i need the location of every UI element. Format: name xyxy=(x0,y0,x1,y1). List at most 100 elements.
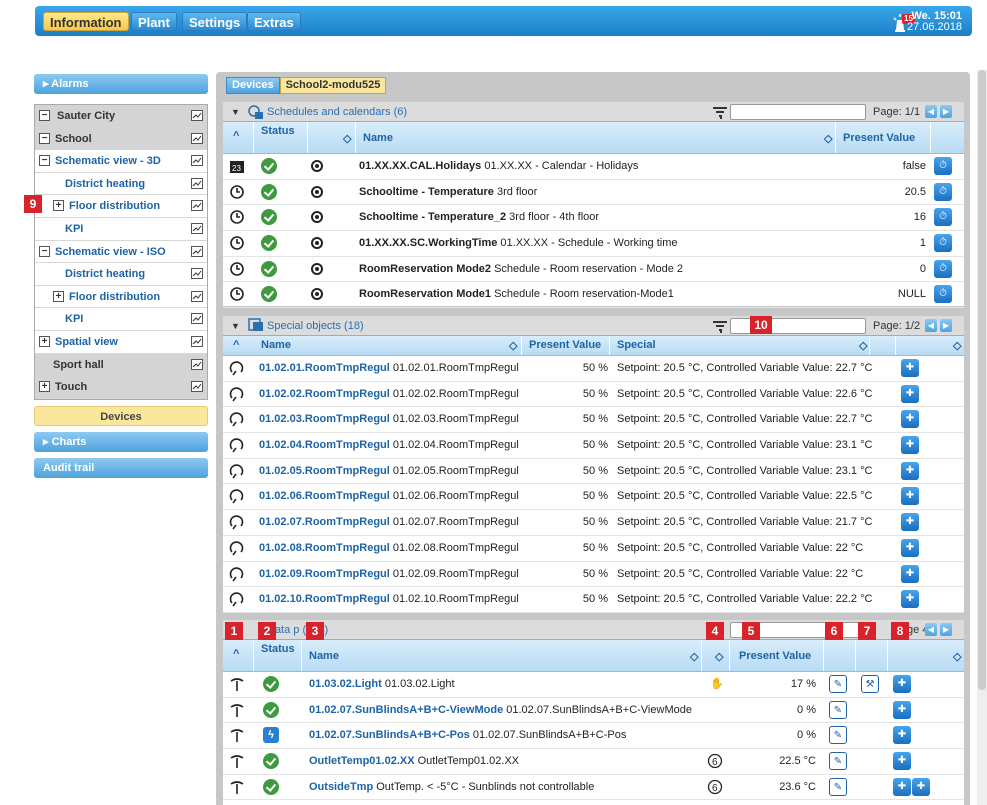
open-schedule-button[interactable]: ⏱ xyxy=(934,259,952,278)
row-name[interactable]: 01.02.10.RoomTmpRegul 01.02.10.RoomTmpRe… xyxy=(259,587,519,612)
open-schedule-button[interactable]: ⏱ xyxy=(934,234,952,253)
row-name[interactable]: RoomReservation Mode2 Schedule - Room re… xyxy=(359,257,683,282)
tree-toggle-icon[interactable]: + xyxy=(53,200,64,212)
sort-icon[interactable]: ^ xyxy=(233,130,239,142)
row-name[interactable]: 01.02.07.RoomTmpRegul 01.02.07.RoomTmpRe… xyxy=(259,510,519,535)
row-name[interactable]: Schooltime - Temperature 3rd floor xyxy=(359,180,537,205)
row-name[interactable]: 01.02.06.RoomTmpRegul 01.02.06.RoomTmpRe… xyxy=(259,484,519,509)
view-picture-icon[interactable] xyxy=(191,177,203,189)
table-row[interactable]: 01.02.08.RoomTmpRegul 01.02.08.RoomTmpRe… xyxy=(223,536,964,562)
table-row[interactable]: 01.02.07.SunBlindsA+B+C-ViewMode 01.02.0… xyxy=(223,698,964,724)
page-scrollbar[interactable] xyxy=(977,70,987,805)
add-action-button[interactable]: ✚ xyxy=(901,564,919,583)
breadcrumb-devices[interactable]: Devices xyxy=(226,77,280,94)
sidebar-devices[interactable]: Devices xyxy=(34,405,208,426)
row-name[interactable]: 01.03.02.Light 01.03.02.Light xyxy=(309,672,455,697)
table-row[interactable]: OutletTemp01.02.XX OutletTemp01.02.XX 6 22… xyxy=(223,749,964,775)
add-action-button[interactable]: ✚ xyxy=(901,461,919,480)
row-name[interactable]: 01.02.04.RoomTmpRegul 01.02.04.RoomTmpRe… xyxy=(259,433,519,458)
next-page-button[interactable]: ▶ xyxy=(940,105,952,118)
view-picture-icon[interactable] xyxy=(191,110,203,121)
col-present-value[interactable]: Present Value xyxy=(843,132,915,144)
table-row[interactable]: 01.02.03.RoomTmpRegul 01.02.03.RoomTmpRe… xyxy=(223,407,964,434)
table-row[interactable]: 01.02.10.RoomTmpRegul 01.02.10.RoomTmpRe… xyxy=(223,587,964,613)
add-action-button[interactable]: ✚ xyxy=(901,487,919,506)
tree-item[interactable]: KPI xyxy=(35,217,207,241)
prev-page-button[interactable]: ◀ xyxy=(925,105,937,118)
view-picture-icon[interactable] xyxy=(191,268,203,280)
table-row[interactable]: 01.02.01.RoomTmpRegul 01.02.01.RoomTmpRe… xyxy=(223,356,964,382)
open-schedule-button[interactable]: ⏱ xyxy=(934,208,952,227)
table-row[interactable]: 01.03.02.Light 01.03.02.Light ✋ 17 % ✎ ⚒ ✚ xyxy=(223,672,964,698)
menu-plant[interactable]: Plant xyxy=(131,12,177,31)
add-action-button[interactable]: ✚ xyxy=(901,538,919,557)
sidebar-charts[interactable]: ▸ Charts xyxy=(34,431,208,452)
breadcrumb-current[interactable]: School2-modu525 xyxy=(279,77,387,94)
row-name[interactable]: 01.02.07.SunBlindsA+B+C-ViewMode 01.02.0… xyxy=(309,698,692,723)
tree-item[interactable]: Sport hall xyxy=(35,353,207,377)
row-name[interactable]: 01.02.05.RoomTmpRegul 01.02.05.RoomTmpRe… xyxy=(259,459,519,484)
row-name[interactable]: OutsideTmp OutTemp. < -5°C - Sunblinds n… xyxy=(309,775,594,800)
col-special[interactable]: Special xyxy=(617,339,656,351)
scrollbar-thumb[interactable] xyxy=(978,70,986,690)
tree-item[interactable]: KPI xyxy=(35,308,207,331)
table-row[interactable]: 23 01.XX.XX.CAL.Holidays 01.XX.XX - Calen… xyxy=(223,154,964,180)
cancel-override-button[interactable]: ⚒ xyxy=(861,675,879,693)
collapse-icon[interactable]: ▼ xyxy=(231,316,240,336)
table-row[interactable]: RoomReservation Mode2 Schedule - Room re… xyxy=(223,257,964,283)
tree-toggle-icon[interactable]: − xyxy=(39,155,50,167)
col-name[interactable]: Name xyxy=(309,650,339,662)
table-row[interactable]: 01.02.09.RoomTmpRegul 01.02.09.RoomTmpRe… xyxy=(223,562,964,588)
row-name[interactable]: 01.02.01.RoomTmpRegul 01.02.01.RoomTmpRe… xyxy=(259,356,519,381)
view-picture-icon[interactable] xyxy=(191,335,203,347)
add-action-button[interactable]: ✚ xyxy=(893,777,911,796)
collapse-icon[interactable]: ▼ xyxy=(231,102,240,122)
add-action-button[interactable]: ✚ xyxy=(893,726,911,745)
view-picture-icon[interactable] xyxy=(191,245,203,257)
edit-button[interactable]: ✎ xyxy=(829,726,847,745)
table-row[interactable]: RoomReservation Mode1 Schedule - Room re… xyxy=(223,282,964,309)
row-name[interactable]: 01.XX.XX.SC.WorkingTime 01.XX.XX - Sched… xyxy=(359,231,678,256)
sidebar-alarms[interactable]: ▸ Alarms xyxy=(34,74,208,94)
tree-item[interactable]: District heating xyxy=(35,263,207,286)
edit-button[interactable]: ✎ xyxy=(829,752,847,771)
tree-toggle-icon[interactable]: − xyxy=(39,245,50,257)
row-name[interactable]: 01.02.07.SunBlindsA+B+C-Pos 01.02.07.Sun… xyxy=(309,723,626,748)
add-action-button[interactable]: ✚ xyxy=(893,675,911,693)
menu-settings[interactable]: Settings xyxy=(182,12,248,31)
table-row[interactable]: OutsideTmp OutTemp. < -5°C - Sunblinds n… xyxy=(223,775,964,801)
col-status[interactable]: Status xyxy=(261,643,295,655)
prev-page-button[interactable]: ◀ xyxy=(925,623,937,636)
prev-page-button[interactable]: ◀ xyxy=(925,319,937,332)
row-name[interactable]: 01.02.03.RoomTmpRegul 01.02.03.RoomTmpRe… xyxy=(259,407,519,432)
view-picture-icon[interactable] xyxy=(191,358,203,370)
next-page-button[interactable]: ▶ xyxy=(940,623,952,636)
tree-item[interactable]: + Spatial view xyxy=(35,330,207,354)
tree-item[interactable]: − Schematic view - ISO xyxy=(35,240,207,264)
tree-toggle-icon[interactable]: − xyxy=(39,110,50,121)
row-name[interactable]: 01.XX.XX.CAL.Holidays 01.XX.XX - Calenda… xyxy=(359,154,638,179)
edit-button[interactable]: ✎ xyxy=(829,675,847,693)
menu-extras[interactable]: Extras xyxy=(247,12,301,31)
view-picture-icon[interactable] xyxy=(191,155,203,167)
tree-toggle-icon[interactable]: + xyxy=(39,335,50,347)
view-picture-icon[interactable] xyxy=(191,132,203,144)
row-name[interactable]: RoomReservation Mode1 Schedule - Room re… xyxy=(359,282,674,307)
row-name[interactable]: 01.02.09.RoomTmpRegul 01.02.09.RoomTmpRe… xyxy=(259,562,519,587)
open-schedule-button[interactable]: ⏱ xyxy=(934,285,952,304)
tree-item[interactable]: − School xyxy=(35,127,207,151)
trend-button[interactable]: ✚ xyxy=(912,777,930,796)
table-row[interactable]: 01.02.04.RoomTmpRegul 01.02.04.RoomTmpRe… xyxy=(223,433,964,459)
edit-button[interactable]: ✎ xyxy=(829,700,847,719)
menu-information[interactable]: Information xyxy=(43,12,129,31)
table-row[interactable]: Schooltime - Temperature_2 3rd floor - 4… xyxy=(223,205,964,232)
edit-button[interactable]: ✎ xyxy=(829,777,847,796)
tree-item[interactable]: − Schematic view - 3D xyxy=(35,150,207,173)
row-name[interactable]: Schooltime - Temperature_2 3rd floor - 4… xyxy=(359,205,599,230)
col-present-value[interactable]: Present Value xyxy=(529,339,601,351)
tree-item[interactable]: + Floor distribution xyxy=(35,285,207,309)
table-row[interactable]: 01.02.05.RoomTmpRegul 01.02.05.RoomTmpRe… xyxy=(223,459,964,485)
next-page-button[interactable]: ▶ xyxy=(940,319,952,332)
tree-toggle-icon[interactable]: + xyxy=(39,381,50,393)
open-schedule-button[interactable]: ⏱ xyxy=(934,157,952,175)
